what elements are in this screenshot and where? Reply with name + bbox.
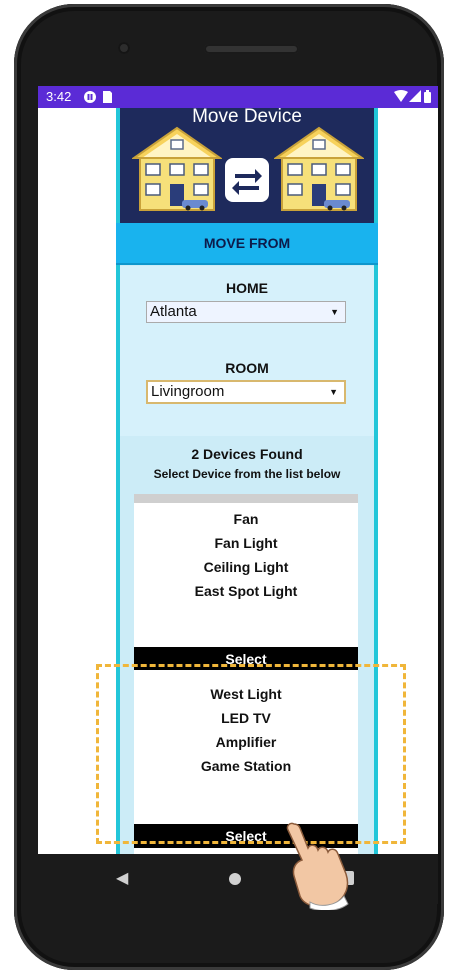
status-time: 3:42 [46,89,72,104]
list-item[interactable]: Ceiling Light [134,555,358,579]
cell-signal-icon [409,90,421,106]
list-item[interactable]: East Spot Light [134,579,358,603]
battery-icon [424,90,431,106]
page-title: Move Device [192,106,302,127]
house-icon [132,126,222,211]
home-select[interactable]: Atlanta ▼ [146,301,346,323]
navigation-bar: ◀ [38,854,438,904]
dropdown-arrow-icon: ▼ [330,307,339,317]
room-label: ROOM [225,360,269,376]
wifi-icon [394,90,408,106]
room-select-value: Livingroom [151,383,225,400]
list-item[interactable]: Fan [134,507,358,531]
section-title: MOVE FROM [116,223,378,265]
highlight-box [96,664,406,844]
room-select[interactable]: Livingroom ▼ [146,380,346,404]
filter-panel: HOME Atlanta ▼ ROOM Livingroom ▼ [120,266,374,436]
instruction-text: Select Device from the list below [153,467,341,481]
devices-found-text: 2 Devices Found [191,446,303,462]
sim-card-icon [102,90,113,107]
home-select-value: Atlanta [150,303,197,320]
back-icon[interactable]: ◀ [116,868,128,888]
swap-arrows-icon [225,158,269,202]
earpiece-speaker [204,44,299,54]
front-camera [118,42,130,54]
house-icon [274,126,364,211]
status-bar: 3:42 [38,86,438,108]
home-nav-icon[interactable] [229,873,241,885]
pointing-hand-icon [286,822,349,910]
app-header: Move Device [120,106,374,223]
home-label: HOME [226,280,268,296]
list-item[interactable]: Fan Light [134,531,358,555]
dropdown-arrow-icon: ▼ [329,387,338,397]
device-list-1: Fan Fan Light Ceiling Light East Spot Li… [134,494,358,671]
pause-circle-icon [83,90,97,107]
